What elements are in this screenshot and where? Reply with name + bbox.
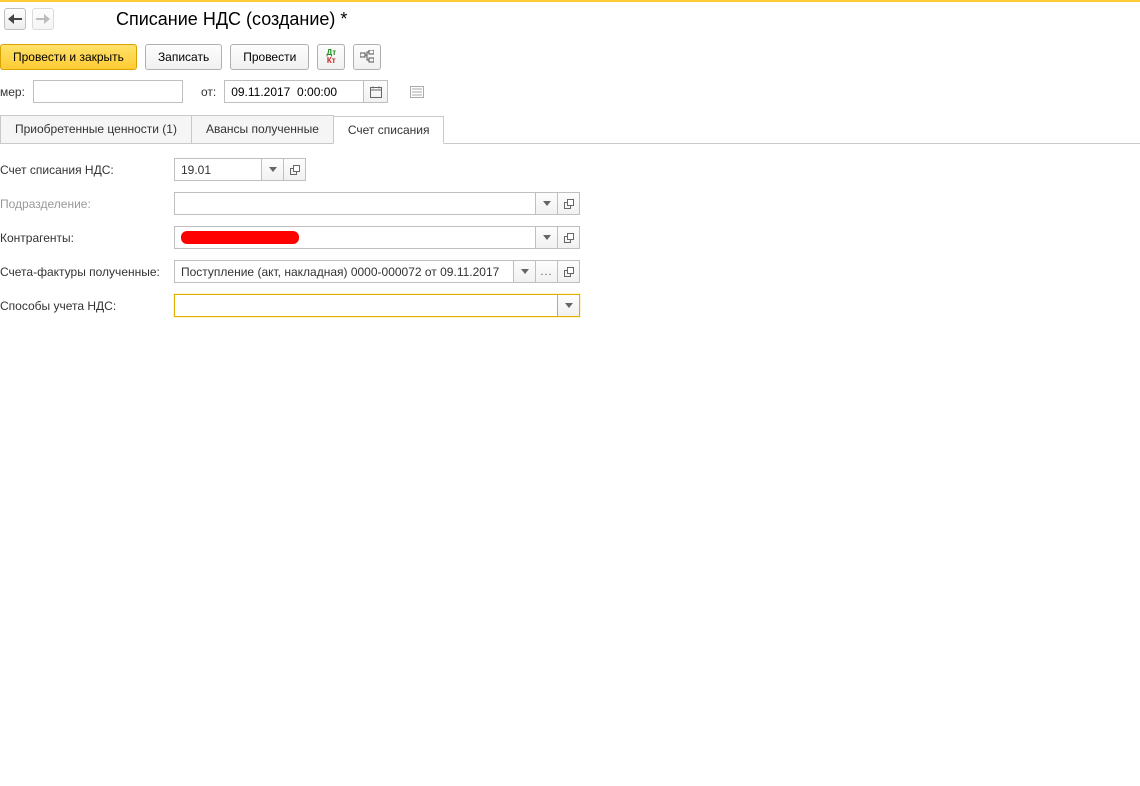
open-icon (564, 267, 574, 277)
invoice-open-button[interactable] (558, 260, 580, 283)
top-nav-bar: Списание НДС (создание) * (0, 2, 1140, 40)
counterparty-dropdown-button[interactable] (536, 226, 558, 249)
nav-forward-button[interactable] (32, 8, 54, 30)
invoice-combo: Поступление (акт, накладная) 0000-000072… (174, 260, 580, 283)
tab-acquired-values[interactable]: Приобретенные ценности (1) (0, 115, 192, 143)
date-label: от: (201, 85, 216, 99)
number-label: мер: (0, 85, 25, 99)
account-input[interactable]: 19.01 (174, 158, 262, 181)
row-invoice: Счета-фактуры полученные: Поступление (а… (0, 260, 1140, 283)
chevron-down-icon (543, 235, 551, 240)
open-icon (564, 233, 574, 243)
counterparty-label: Контрагенты: (0, 231, 174, 245)
account-open-button[interactable] (284, 158, 306, 181)
department-open-button[interactable] (558, 192, 580, 215)
invoice-ellipsis-button[interactable]: ... (536, 260, 558, 283)
vat-method-input[interactable] (174, 294, 558, 317)
vat-method-dropdown-button[interactable] (558, 294, 580, 317)
structure-button[interactable] (353, 44, 381, 70)
header-fields: мер: от: (0, 80, 1140, 113)
department-label: Подразделение: (0, 197, 174, 211)
redacted-value (181, 231, 299, 244)
row-vat-method: Способы учета НДС: (0, 294, 1140, 317)
form-area: Счет списания НДС: 19.01 Подразделение: … (0, 144, 1140, 317)
number-input[interactable] (33, 80, 183, 103)
tabs: Приобретенные ценности (1) Авансы получе… (0, 115, 1140, 144)
tab-writeoff-account[interactable]: Счет списания (333, 116, 445, 144)
row-department: Подразделение: (0, 192, 1140, 215)
invoice-dropdown-button[interactable] (514, 260, 536, 283)
account-label: Счет списания НДС: (0, 163, 174, 177)
chevron-down-icon (565, 303, 573, 308)
post-and-close-button[interactable]: Провести и закрыть (0, 44, 137, 70)
dt-kt-button[interactable]: ДтКт (317, 44, 345, 70)
calendar-button[interactable] (364, 80, 388, 103)
chevron-down-icon (543, 201, 551, 206)
row-account: Счет списания НДС: 19.01 (0, 158, 1140, 181)
counterparty-open-button[interactable] (558, 226, 580, 249)
chevron-down-icon (521, 269, 529, 274)
open-icon (564, 199, 574, 209)
vat-method-label: Способы учета НДС: (0, 299, 174, 313)
date-input[interactable] (224, 80, 364, 103)
dt-kt-icon: ДтКт (327, 49, 337, 65)
invoice-input[interactable]: Поступление (акт, накладная) 0000-000072… (174, 260, 514, 283)
department-combo (174, 192, 580, 215)
list-icon[interactable] (408, 83, 426, 101)
account-combo: 19.01 (174, 158, 306, 181)
chevron-down-icon (269, 167, 277, 172)
toolbar: Провести и закрыть Записать Провести ДтК… (0, 40, 1140, 80)
account-dropdown-button[interactable] (262, 158, 284, 181)
counterparty-combo (174, 226, 580, 249)
date-field (224, 80, 388, 103)
row-counterparty: Контрагенты: (0, 226, 1140, 249)
post-button[interactable]: Провести (230, 44, 309, 70)
open-icon (290, 165, 300, 175)
department-dropdown-button[interactable] (536, 192, 558, 215)
write-button[interactable]: Записать (145, 44, 222, 70)
invoice-label: Счета-фактуры полученные: (0, 265, 174, 279)
department-input[interactable] (174, 192, 536, 215)
nav-back-button[interactable] (4, 8, 26, 30)
tab-advances-received[interactable]: Авансы полученные (191, 115, 334, 143)
page-title: Списание НДС (создание) * (116, 9, 347, 30)
ellipsis-icon: ... (540, 266, 552, 278)
counterparty-input[interactable] (174, 226, 536, 249)
vat-method-combo (174, 294, 580, 317)
structure-icon (360, 50, 374, 64)
calendar-icon (370, 86, 382, 98)
